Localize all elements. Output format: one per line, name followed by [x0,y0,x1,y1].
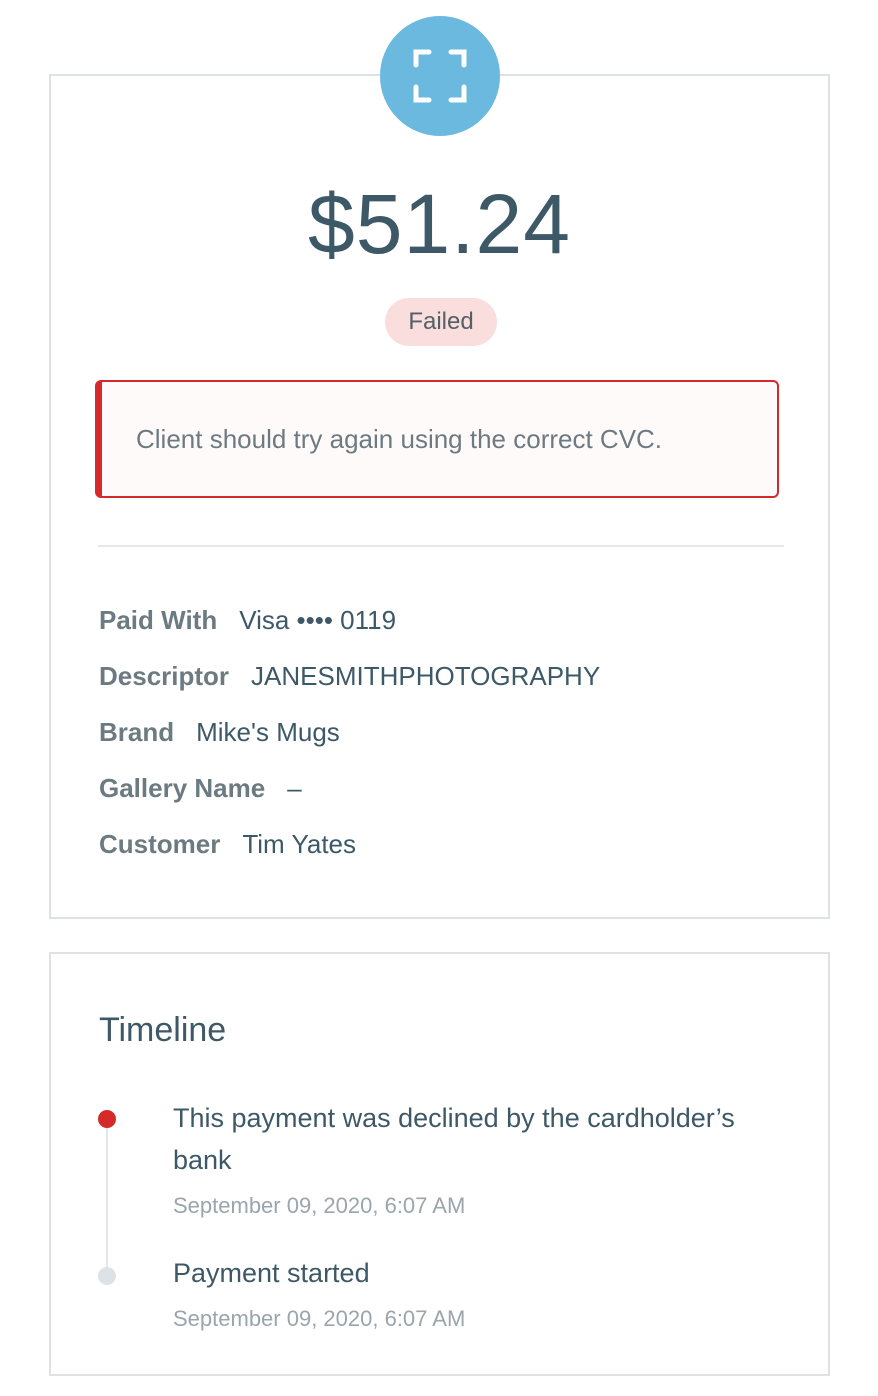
timeline-dot-started [98,1267,116,1285]
payment-details: Paid With Visa •••• 0119 Descriptor JANESM… [99,592,600,872]
timeline-event-date: September 09, 2020, 6:07 AM [173,1193,466,1218]
detail-value: JANESMITHPHOTOGRAPHY [251,661,601,691]
timeline-card: Timeline This payment was declined by th… [49,952,830,1376]
expand-icon [413,49,467,103]
detail-label: Gallery Name [99,773,266,803]
detail-value: – [287,773,302,803]
detail-row-brand: Brand Mike's Mugs [99,704,600,760]
detail-value: Mike's Mugs [196,717,340,747]
timeline-event-text: Payment started [173,1258,370,1288]
payment-card: $51.24 Failed Client should try again us… [49,74,830,919]
detail-label: Brand [99,717,175,747]
detail-row-descriptor: Descriptor JANESMITHPHOTOGRAPHY [99,648,600,704]
error-alert: Client should try again using the correc… [95,380,779,498]
timeline-event: This payment was declined by the cardhol… [173,1097,793,1221]
timeline-event-date: September 09, 2020, 6:07 AM [173,1306,466,1331]
payment-amount: $51.24 [308,177,571,271]
timeline-event-text: This payment was declined by the cardhol… [173,1103,735,1175]
detail-label: Descriptor [99,661,230,691]
divider [98,545,784,547]
detail-row-gallery-name: Gallery Name – [99,760,600,816]
detail-row-customer: Customer Tim Yates [99,816,600,872]
timeline-event: Payment started September 09, 2020, 6:07… [173,1252,793,1334]
timeline-connector [106,1122,108,1274]
payment-detail-page: $51.24 Failed Client should try again us… [0,0,878,1396]
status-badge: Failed [385,298,497,346]
timeline-dot-declined [98,1110,116,1128]
detail-value: Tim Yates [242,829,357,859]
detail-label: Paid With [99,605,218,635]
detail-row-paid-with: Paid With Visa •••• 0119 [99,592,600,648]
detail-label: Customer [99,829,221,859]
timeline-title: Timeline [99,1011,227,1049]
detail-value: Visa •••• 0119 [239,605,397,635]
expand-button[interactable] [380,16,500,136]
error-alert-message: Client should try again using the correc… [136,424,663,454]
